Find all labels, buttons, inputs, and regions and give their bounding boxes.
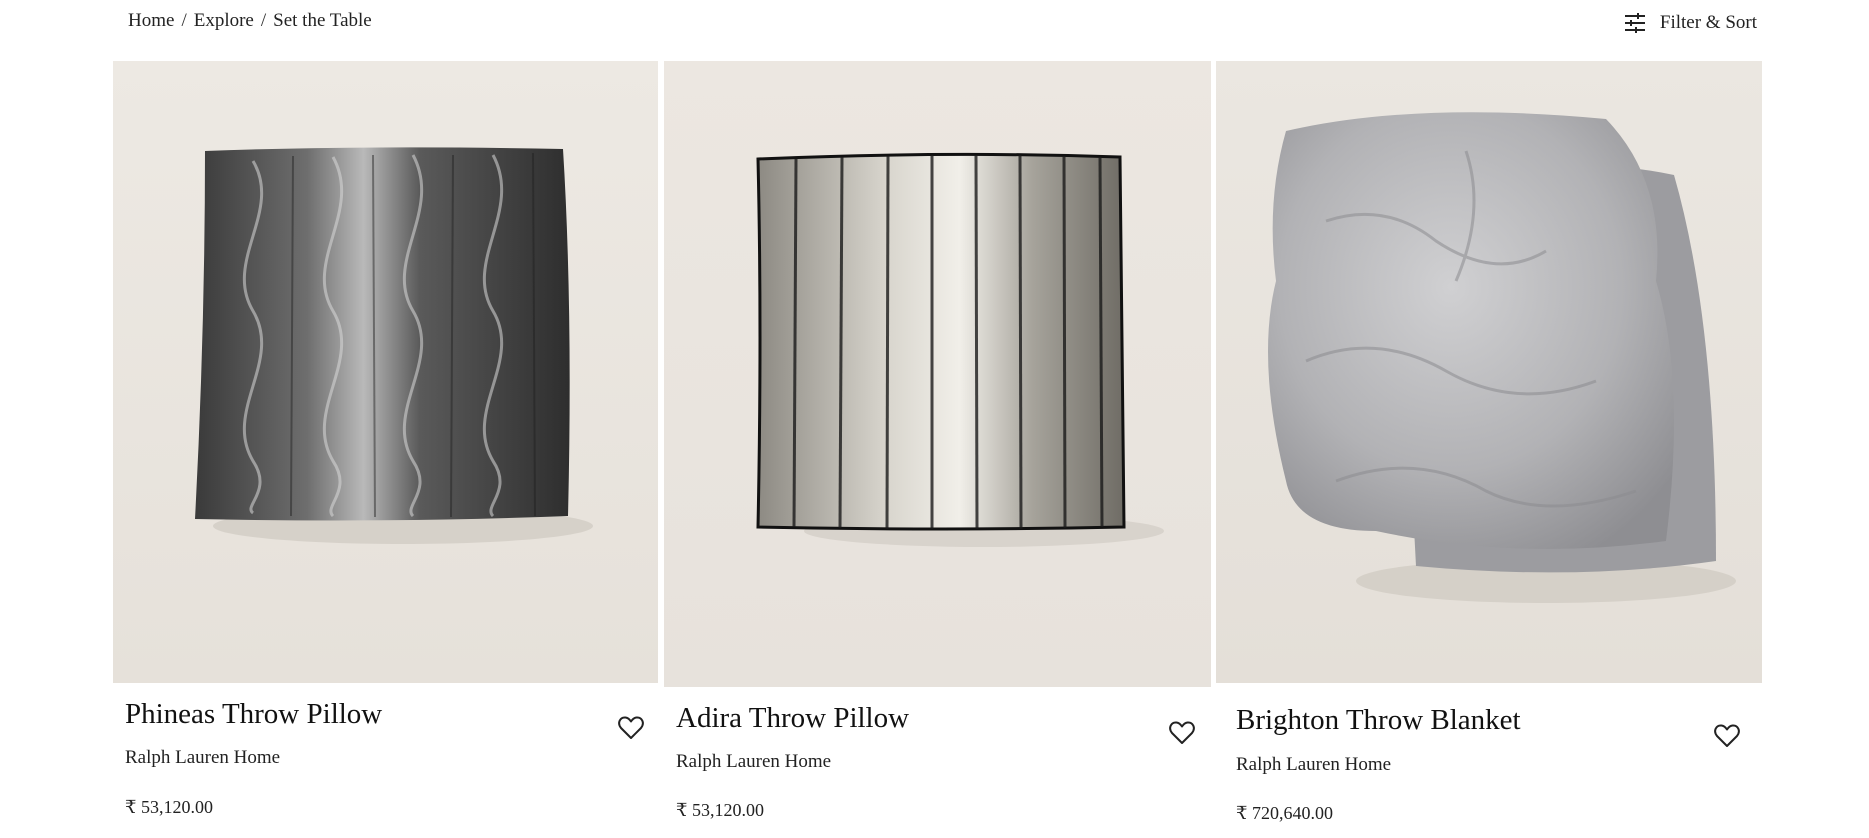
wishlist-heart-icon[interactable] [1714,724,1740,753]
product-price: ₹ 53,120.00 [125,797,213,817]
product-card[interactable]: Phineas Throw Pillow Ralph Lauren Home ₹… [113,61,658,817]
wishlist-heart-icon[interactable] [1169,721,1195,750]
breadcrumb-home[interactable]: Home [128,10,174,32]
breadcrumb-explore[interactable]: Explore [194,10,254,32]
product-image-silver-beaded-pillow[interactable] [664,61,1211,687]
product-brand: Ralph Lauren Home [1236,754,1392,775]
product-name[interactable]: Adira Throw Pillow [676,702,909,735]
product-name[interactable]: Brighton Throw Blanket [1236,704,1521,737]
product-name[interactable]: Phineas Throw Pillow [125,698,382,731]
product-price: ₹ 720,640.00 [1236,803,1333,823]
product-image-grey-fur-blanket[interactable] [1216,61,1762,683]
filter-sort-button[interactable]: Filter & Sort [1624,12,1757,34]
product-brand: Ralph Lauren Home [676,751,832,772]
product-price: ₹ 53,120.00 [676,800,764,820]
product-image-dark-sequined-pillow[interactable] [113,61,658,683]
product-card[interactable]: Brighton Throw Blanket Ralph Lauren Home… [1216,61,1762,823]
breadcrumb-separator: / [260,10,267,31]
filter-sort-label: Filter & Sort [1659,12,1757,33]
breadcrumb-separator: / [181,10,187,31]
breadcrumb: Home / Explore / Set the Table [128,10,372,32]
wishlist-heart-icon[interactable] [618,716,644,745]
breadcrumb-current: Set the Table [273,10,372,31]
sliders-icon [1624,12,1646,34]
product-brand: Ralph Lauren Home [125,747,281,768]
product-card[interactable]: Adira Throw Pillow Ralph Lauren Home ₹ 5… [664,61,1211,820]
